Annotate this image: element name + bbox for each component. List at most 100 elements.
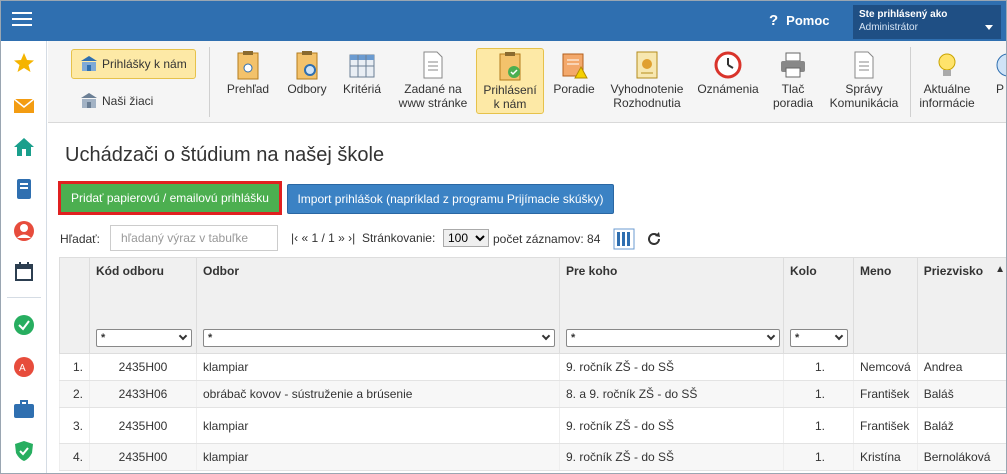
record-count: počet záznamov: 84 <box>493 232 601 246</box>
toolbar: Prihlášky k nám Naši žiaci Prehľad Odbor… <box>48 41 1006 123</box>
cell-pre-koho: 9. ročník ZŠ - do SŠ <box>559 443 784 471</box>
chevron-down-icon <box>985 25 993 30</box>
filter-select-kolo[interactable]: * <box>790 329 848 347</box>
pager-controls[interactable]: |‹ « 1 / 1 » ›| <box>291 231 355 245</box>
cell-kolo: 1. <box>783 353 854 381</box>
toolbar-poradie[interactable]: Poradie <box>549 48 599 114</box>
col-kolo-header[interactable]: Kolo * <box>783 257 854 354</box>
cell-kolo: 1. <box>783 443 854 471</box>
help-button[interactable]: ? Pomoc <box>769 12 830 29</box>
toolbar-zadane-na-www[interactable]: Zadané na www stránke <box>396 48 470 114</box>
document-icon <box>854 51 874 79</box>
toolbar-label: Tlač <box>781 82 805 96</box>
table-row[interactable]: 3. 2435H00 klampiar 9. ročník ZŠ - do SŠ… <box>59 407 1006 444</box>
cell-priezvisko: Bernoláková <box>916 443 1006 471</box>
toolbar-label: Odbory <box>287 82 327 96</box>
pager[interactable]: |‹ « 1 / 1 » ›| Stránkovanie: <box>291 231 435 245</box>
applicants-table: Kód odboru * Odbor * Pre koho * Kolo * Meno … <box>59 257 1006 471</box>
shield-icon[interactable] <box>12 439 36 463</box>
chevron-down-icon <box>178 331 188 341</box>
help-label: Pomoc <box>786 13 830 28</box>
table-row[interactable]: 1. 2435H00 klampiar 9. ročník ZŠ - do SŠ… <box>59 353 1006 381</box>
cell-index: 3. <box>59 407 90 444</box>
sort-asc-icon[interactable]: ▲ <box>995 264 1005 275</box>
toolbar-oznamenia[interactable]: Oznámenia <box>692 48 764 114</box>
top-bar: ? Pomoc Ste prihlásený ako Administrátor <box>1 1 1006 41</box>
filter-select-kod[interactable]: * <box>96 329 192 347</box>
warning-list-icon <box>562 53 588 79</box>
toolbar-prehlad[interactable]: Prehľad <box>212 48 284 114</box>
toolbar-tlac-poradia[interactable]: Tlač poradia <box>768 48 818 114</box>
nav-prihlasky-k-nam[interactable]: Prihlášky k nám <box>71 49 196 79</box>
add-application-button[interactable]: Pridať papierovú / emailovú prihlášku <box>58 181 282 215</box>
certificate-icon <box>636 51 658 79</box>
grade-icon[interactable]: A <box>12 355 36 379</box>
toolbar-label: Správy <box>845 82 883 96</box>
toolbar-label: www stránke <box>398 96 468 110</box>
toolbar-spravy[interactable]: Správy Komunikácia <box>826 48 902 114</box>
cell-pre-koho: 9. ročník ZŠ - do SŠ <box>559 407 784 444</box>
toolbar-label: Prehľad <box>226 82 270 96</box>
toolbar-aktualne-informacie[interactable]: Aktuálne informácie <box>916 48 978 114</box>
cell-meno: Nemcová <box>853 353 918 381</box>
filter-select-odbor[interactable]: * <box>203 329 555 347</box>
chevron-down-icon <box>766 331 776 341</box>
toolbar-label: P <box>995 82 1004 96</box>
briefcase-icon[interactable] <box>12 397 36 421</box>
cell-priezvisko: Andrea <box>916 353 1006 381</box>
table-row[interactable]: 4. 2435H00 klampiar 9. ročník ZŠ - do SŠ… <box>59 443 1006 471</box>
col-meno-header[interactable]: Meno <box>853 257 918 354</box>
toolbar-kriteria[interactable]: Kritériá <box>335 48 389 114</box>
columns-icon[interactable] <box>613 228 635 250</box>
sidebar-divider <box>7 297 41 298</box>
col-kod-odboru-header[interactable]: Kód odboru * <box>89 257 197 354</box>
cell-odbor: obrábač kovov - sústruženie a brúsenie <box>196 380 560 408</box>
toolbar-label: Aktuálne <box>923 82 971 96</box>
person-icon[interactable] <box>12 219 36 243</box>
col-pre-koho-header[interactable]: Pre koho * <box>559 257 784 354</box>
toolbar-divider <box>209 47 210 117</box>
nav-label: Prihlášky k nám <box>102 57 187 71</box>
school-icon <box>81 56 97 71</box>
clipboard-eye-icon <box>237 51 259 80</box>
toolbar-label: informácie <box>919 96 975 110</box>
refresh-icon[interactable] <box>647 231 661 245</box>
cell-meno: František <box>853 407 918 444</box>
mail-icon[interactable] <box>12 94 36 118</box>
book-icon[interactable] <box>12 177 36 201</box>
perpage-select[interactable]: 100 <box>443 229 489 247</box>
cell-odbor: klampiar <box>196 353 560 381</box>
table-row[interactable]: 2. 2433H06 obrábač kovov - sústruženie a… <box>59 380 1006 408</box>
clipboard-check-icon <box>499 52 521 81</box>
user-role: Administrátor <box>859 22 918 33</box>
toolbar-odbory[interactable]: Odbory <box>284 48 330 114</box>
toolbar-more[interactable]: P <box>992 48 1006 114</box>
cell-kod: 2433H06 <box>89 380 197 408</box>
star-icon[interactable] <box>12 51 36 75</box>
toolbar-label: Zadané na <box>404 82 462 96</box>
filter-select-pre-koho[interactable]: * <box>566 329 780 347</box>
calendar-icon[interactable] <box>12 260 36 284</box>
cell-odbor: klampiar <box>196 407 560 444</box>
check-circle-icon[interactable] <box>12 313 36 337</box>
cell-kod: 2435H00 <box>89 353 197 381</box>
cell-meno: František <box>853 380 918 408</box>
col-odbor-header[interactable]: Odbor * <box>196 257 560 354</box>
user-menu[interactable]: Ste prihlásený ako Administrátor <box>853 5 1001 39</box>
col-priezvisko-header[interactable]: Priezvisko ▲ <box>916 257 1006 354</box>
menu-icon[interactable] <box>12 12 32 28</box>
table-icon <box>349 54 375 78</box>
toolbar-label: Poradie <box>553 82 595 96</box>
search-input[interactable] <box>110 225 278 251</box>
nav-nasi-ziaci[interactable]: Naši žiaci <box>72 86 161 116</box>
cell-meno: Kristína <box>853 443 918 471</box>
home-icon[interactable] <box>12 135 36 159</box>
cell-kod: 2435H00 <box>89 407 197 444</box>
cell-priezvisko: Baláš <box>916 380 1006 408</box>
toolbar-prihlaseni-k-nam[interactable]: Prihlásení k nám <box>476 48 544 114</box>
sidebar: A <box>1 41 47 473</box>
cell-kolo: 1. <box>783 407 854 444</box>
toolbar-vyhodnotenie[interactable]: Vyhodnotenie Rozhodnutia <box>606 48 688 114</box>
import-applications-button[interactable]: Import prihlášok (napríklad z programu P… <box>287 184 614 214</box>
toolbar-label: Rozhodnutia <box>613 96 681 110</box>
